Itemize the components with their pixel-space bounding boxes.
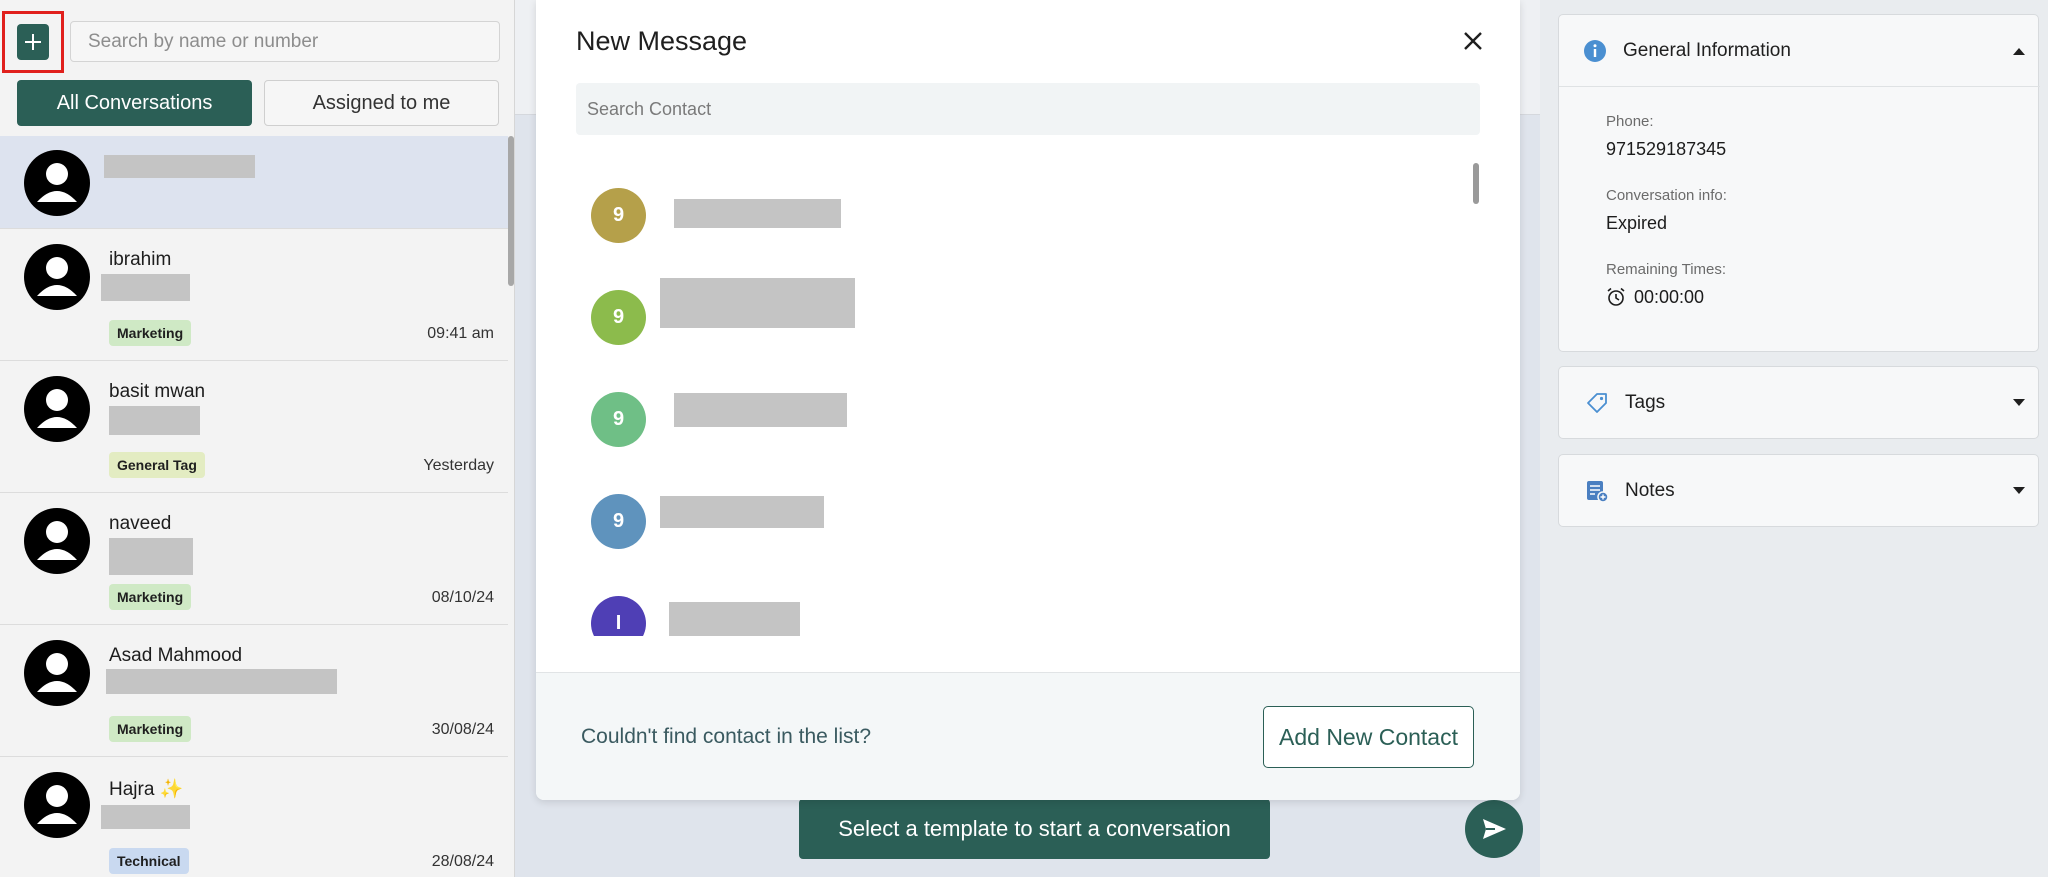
contact-item[interactable]: 9 [576,383,1456,463]
general-information-card: General Information Phone: 971529187345 … [1558,14,2040,352]
conversation-name: naveed [109,513,172,534]
avatar [24,150,90,216]
contact-avatar: 9 [591,290,646,345]
list-item[interactable] [0,136,508,229]
redacted-contact-name [674,199,841,228]
redacted-preview [109,406,200,435]
add-new-contact-button[interactable]: Add New Contact [1263,706,1474,768]
modal-footer: Couldn't find contact in the list? Add N… [536,672,1520,800]
notes-card[interactable]: Notes [1558,454,2039,527]
add-button-highlight [2,11,64,73]
tag-badge: Marketing [109,584,192,610]
remaining-times-value: 00:00:00 [1634,287,1705,307]
select-template-button[interactable]: Select a template to start a conversatio… [799,799,1270,859]
contact-not-found-text: Couldn't find contact in the list? [581,725,872,748]
send-button[interactable] [1465,800,1523,858]
phone-value: 971529187345 [1606,139,1727,159]
conversation-time: 28/08/24 [431,853,494,870]
modal-title: New Message [576,26,748,56]
conversation-info-label: Conversation info: [1606,187,1727,204]
sidebar-top-row: Search by name or number [0,0,514,80]
conversation-sidebar: Search by name or number All Conversatio… [0,0,515,877]
contact-list-scrollbar[interactable] [1473,163,1479,204]
tag-icon [1587,393,1607,413]
contact-details-panel: General Information Phone: 971529187345 … [1540,0,2048,877]
conversation-time: Yesterday [423,457,494,474]
list-item[interactable]: naveed Marketing 08/10/24 [0,493,508,625]
plus-icon [25,34,41,50]
contact-avatar: 9 [591,188,646,243]
redacted-preview [109,538,193,575]
list-item[interactable]: basit mwan General Tag Yesterday [0,361,508,493]
list-item[interactable]: Hajra ✨ Technical 28/08/24 [0,757,508,877]
conversation-time: 09:41 am [427,325,494,342]
alarm-clock-icon [1607,287,1625,306]
conversation-list: ibrahim Marketing 09:41 am basit mwan Ge… [0,136,514,877]
caret-down-icon [2013,487,2025,494]
tab-assigned-to-me[interactable]: Assigned to me [264,80,499,126]
conversation-name: basit mwan [109,381,206,402]
caret-down-icon [2013,399,2025,406]
contact-avatar: I [591,596,646,636]
redacted-contact-name [660,496,824,528]
redacted-name [104,155,255,178]
send-icon [1483,819,1506,839]
avatar [24,244,90,310]
conversation-name: Asad Mahmood [109,645,243,666]
tag-badge: Marketing [109,320,192,346]
tags-title: Tags [1625,392,1666,413]
general-information-header[interactable]: General Information [1559,15,2040,87]
redacted-preview [101,274,190,301]
conversation-info-value: Expired [1606,213,1668,233]
conversation-tabs: All Conversations Assigned to me [17,80,499,126]
list-item[interactable]: ibrahim Marketing 09:41 am [0,229,508,361]
avatar [24,508,90,574]
conversation-name: ibrahim [109,249,172,270]
new-message-modal: New Message Search Contact 9 9 9 9 I Cou… [536,0,1520,800]
avatar [24,772,90,838]
contact-avatar: 9 [591,494,646,549]
tag-badge: General Tag [109,452,205,478]
redacted-contact-name [674,393,847,427]
tag-badge: Marketing [109,716,192,742]
conversation-search-input[interactable]: Search by name or number [70,21,500,62]
tag-badge: Technical [109,848,189,874]
caret-up-icon [2013,48,2025,55]
contact-item[interactable]: 9 [576,278,1456,361]
avatar [24,640,90,706]
new-conversation-button[interactable] [17,24,49,60]
avatar [24,376,90,442]
notes-title: Notes [1625,480,1675,501]
contact-item[interactable]: I [576,587,1456,636]
close-icon[interactable] [1460,28,1486,54]
contact-avatar: 9 [591,392,646,447]
tags-card[interactable]: Tags [1558,366,2039,439]
general-information-title: General Information [1623,40,1791,61]
redacted-preview [101,805,190,829]
conversation-name: Hajra ✨ [109,779,184,800]
contact-list: 9 9 9 9 I [576,156,1480,636]
redacted-contact-name [660,278,855,328]
redacted-contact-name [669,602,800,636]
contact-search-input[interactable]: Search Contact [576,83,1480,135]
redacted-preview [106,669,337,694]
remaining-times-label: Remaining Times: [1606,261,1727,278]
conversation-time: 08/10/24 [431,589,494,606]
notes-icon [1587,481,1609,503]
conversation-time: 30/08/24 [431,721,494,738]
phone-label: Phone: [1606,113,1654,130]
tab-all-conversations[interactable]: All Conversations [17,80,252,126]
list-item[interactable]: Asad Mahmood Marketing 30/08/24 [0,625,508,757]
info-icon [1584,40,1606,62]
sidebar-scrollbar[interactable] [508,136,514,286]
contact-item[interactable]: 9 [576,485,1456,565]
contact-item[interactable]: 9 [576,179,1456,259]
